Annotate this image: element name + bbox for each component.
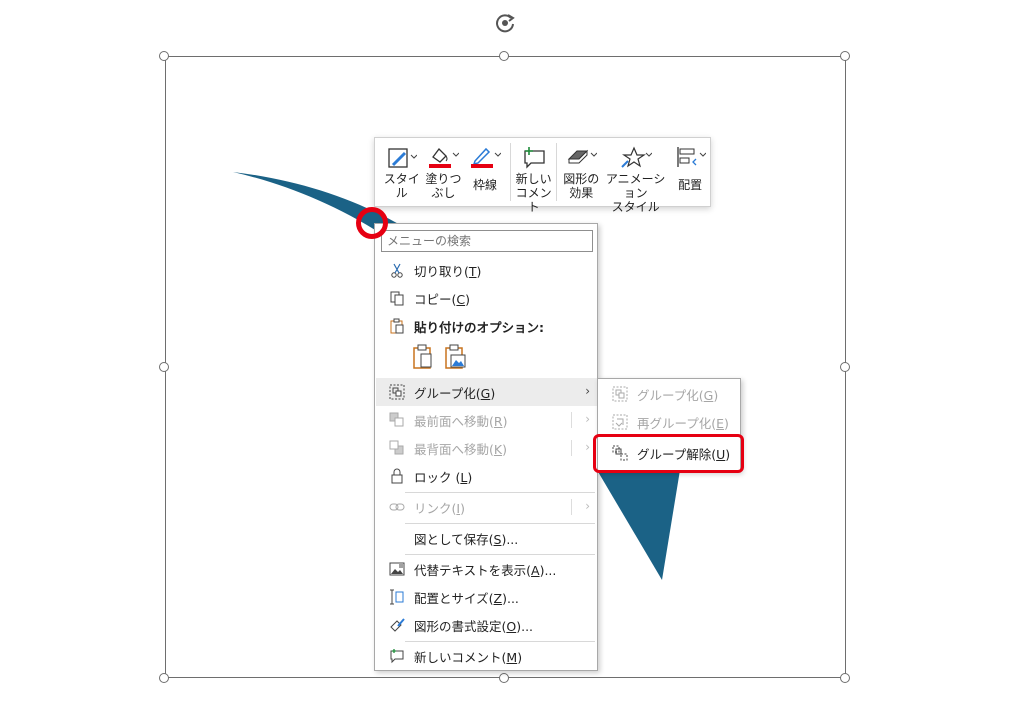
context-menu: 切り取り(T) コピー(C) 貼り付けのオプション: グループ化(G) › 最前… — [374, 223, 598, 671]
resize-handle-top-right[interactable] — [840, 51, 850, 61]
menu-item-paste-options: 貼り付けのオプション: — [376, 312, 598, 340]
link-icon — [389, 503, 405, 511]
animation-styles-button[interactable]: アニメーション スタイル — [601, 143, 670, 214]
style-button[interactable]: スタイ ル — [381, 143, 423, 200]
resize-handle-bottom-center[interactable] — [499, 673, 509, 683]
menu-item-link[interactable]: リンク(I) › — [376, 493, 598, 521]
animation-star-icon — [620, 146, 652, 168]
fill-button[interactable]: 塗りつ ぶし — [423, 143, 465, 200]
ungroup-highlight-annotation — [593, 434, 744, 473]
toolbar-separator — [509, 143, 511, 201]
size-position-icon — [390, 589, 404, 605]
chevron-right-icon: › — [585, 412, 590, 426]
menu-item-copy[interactable]: コピー(C) — [376, 284, 598, 312]
new-comment-icon — [390, 649, 404, 664]
chevron-right-icon: › — [585, 499, 590, 513]
resize-handle-middle-right[interactable] — [840, 362, 850, 372]
menu-item-cut[interactable]: 切り取り(T) — [376, 256, 598, 284]
paste-as-picture-icon[interactable] — [443, 344, 467, 370]
format-shape-icon — [390, 618, 405, 632]
menu-item-format-shape[interactable]: 図形の書式設定(O)... — [376, 611, 598, 639]
resize-handle-middle-left[interactable] — [159, 362, 169, 372]
alt-text-icon — [389, 562, 405, 576]
shape-effects-icon — [567, 149, 598, 164]
style-icon — [388, 148, 417, 168]
resize-handle-top-left[interactable] — [159, 51, 169, 61]
pen-outline-icon — [470, 147, 501, 168]
send-back-icon — [389, 440, 404, 455]
regroup-icon — [612, 414, 628, 430]
menu-item-alt-text[interactable]: 代替テキストを表示(A)... — [376, 555, 598, 583]
menu-item-send-to-back[interactable]: 最背面へ移動(K) › — [376, 434, 598, 462]
menu-item-group[interactable]: グループ化(G) › — [376, 378, 598, 406]
paint-bucket-icon — [429, 148, 460, 168]
rotate-handle-icon[interactable] — [494, 12, 516, 34]
menu-item-size-position[interactable]: 配置とサイズ(Z)... — [376, 583, 598, 611]
lock-icon — [391, 468, 403, 484]
scissors-icon — [391, 263, 403, 278]
new-comment-icon — [523, 147, 545, 169]
submenu-item-regroup[interactable]: 再グループ化(E) — [599, 408, 741, 436]
paste-keep-source-icon[interactable] — [411, 344, 435, 370]
resize-handle-top-center[interactable] — [499, 51, 509, 61]
group-icon — [612, 386, 628, 402]
chevron-right-icon: › — [585, 384, 590, 398]
clipboard-icon — [390, 318, 404, 334]
menu-item-bring-to-front[interactable]: 最前面へ移動(R) › — [376, 406, 598, 434]
arrange-button[interactable]: 配置 — [670, 143, 710, 192]
align-left-icon — [677, 147, 707, 167]
resize-handle-bottom-left[interactable] — [159, 673, 169, 683]
bring-front-icon — [389, 412, 404, 427]
toolbar-separator — [556, 143, 558, 201]
click-position-marker — [356, 207, 388, 239]
menu-item-new-comment[interactable]: 新しいコメント(M) — [376, 642, 598, 670]
mini-toolbar: スタイ ル 塗りつ ぶし 枠線 新しい コメント 図形の 効果 アニメーション … — [374, 137, 711, 214]
outline-button[interactable]: 枠線 — [464, 143, 506, 192]
menu-item-save-as-picture[interactable]: 図として保存(S)... — [376, 524, 598, 552]
resize-handle-bottom-right[interactable] — [840, 673, 850, 683]
paste-options-row — [411, 344, 467, 370]
new-comment-button[interactable]: 新しい コメント — [515, 143, 553, 214]
submenu-item-group[interactable]: グループ化(G) — [599, 380, 741, 408]
menu-item-lock[interactable]: ロック (L) — [376, 462, 598, 490]
group-icon — [389, 384, 405, 400]
copy-icon — [390, 291, 404, 306]
chevron-right-icon: › — [585, 440, 590, 454]
shape-effects-button[interactable]: 図形の 効果 — [561, 143, 601, 200]
menu-search-input[interactable] — [381, 230, 593, 252]
